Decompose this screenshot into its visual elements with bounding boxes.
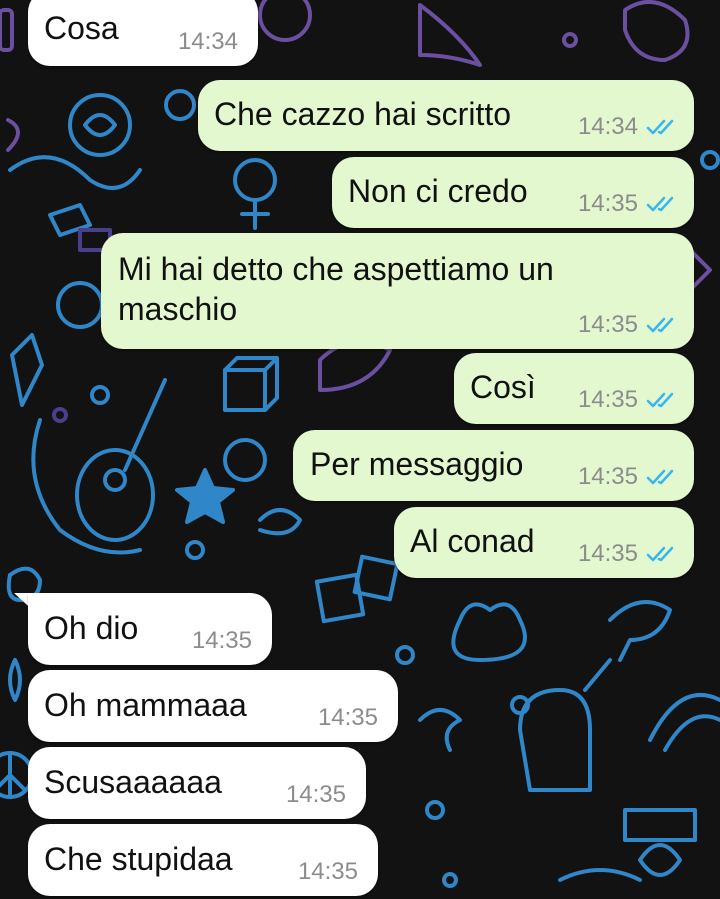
message-time: 14:35	[577, 540, 638, 567]
message-bubble-incoming[interactable]: Che stupidaa 14:35	[28, 824, 378, 896]
message-bubble-outgoing[interactable]: Che cazzo hai scritto 14:34	[198, 80, 694, 151]
message-meta: 14:35	[578, 190, 676, 218]
message-meta: 14:34	[178, 28, 238, 56]
message-bubble-outgoing[interactable]: Per messaggio 14:35	[293, 430, 694, 501]
message-time: 14:35	[285, 781, 346, 808]
message-meta: 14:35	[578, 463, 676, 491]
message-time: 14:35	[577, 311, 638, 338]
message-text: Così	[470, 369, 536, 405]
message-text: Cosa	[44, 10, 119, 46]
message-meta: 14:35	[192, 627, 252, 655]
double-check-icon	[646, 195, 676, 213]
message-text: Che stupidaa	[44, 841, 233, 877]
message-bubble-incoming[interactable]: Cosa 14:34	[28, 0, 258, 66]
message-text: Al conad	[410, 523, 535, 559]
message-meta: 14:35	[318, 704, 378, 732]
message-meta: 14:34	[578, 113, 676, 141]
message-time: 14:35	[297, 858, 358, 885]
message-text: Non ci credo	[348, 173, 528, 209]
double-check-icon	[646, 391, 676, 409]
message-time: 14:35	[317, 704, 378, 731]
message-meta: 14:35	[578, 386, 676, 414]
double-check-icon	[646, 468, 676, 486]
message-bubble-incoming[interactable]: Oh dio 14:35	[28, 593, 272, 665]
message-bubble-outgoing[interactable]: Al conad 14:35	[394, 507, 694, 578]
message-text: Che cazzo hai scritto	[214, 96, 512, 132]
message-text: Per messaggio	[310, 446, 524, 482]
message-meta: 14:35	[578, 540, 676, 568]
message-time: 14:35	[577, 190, 638, 217]
message-meta: 14:35	[578, 311, 676, 339]
message-text: Oh dio	[44, 610, 139, 646]
message-bubble-outgoing[interactable]: Mi hai detto che aspettiamo un maschio 1…	[101, 233, 694, 349]
message-bubble-outgoing[interactable]: Così 14:35	[454, 353, 694, 424]
message-list: Cosa 14:34 Che cazzo hai scritto 14:34 N…	[0, 0, 720, 899]
double-check-icon	[646, 316, 676, 334]
message-time: 14:35	[577, 463, 638, 490]
message-time: 14:35	[577, 386, 638, 413]
message-text: Scusaaaaaa	[44, 764, 222, 800]
message-text: Mi hai detto che aspettiamo un maschio	[118, 251, 554, 327]
message-meta: 14:35	[298, 858, 358, 886]
message-bubble-outgoing[interactable]: Non ci credo 14:35	[332, 157, 694, 228]
message-bubble-incoming[interactable]: Scusaaaaaa 14:35	[28, 747, 366, 819]
message-bubble-incoming[interactable]: Oh mammaaa 14:35	[28, 670, 398, 742]
double-check-icon	[646, 118, 676, 136]
double-check-icon	[646, 545, 676, 563]
message-time: 14:35	[191, 627, 252, 654]
message-text: Oh mammaaa	[44, 687, 247, 723]
message-time: 14:34	[177, 28, 238, 55]
message-time: 14:34	[577, 113, 638, 140]
message-meta: 14:35	[286, 781, 346, 809]
